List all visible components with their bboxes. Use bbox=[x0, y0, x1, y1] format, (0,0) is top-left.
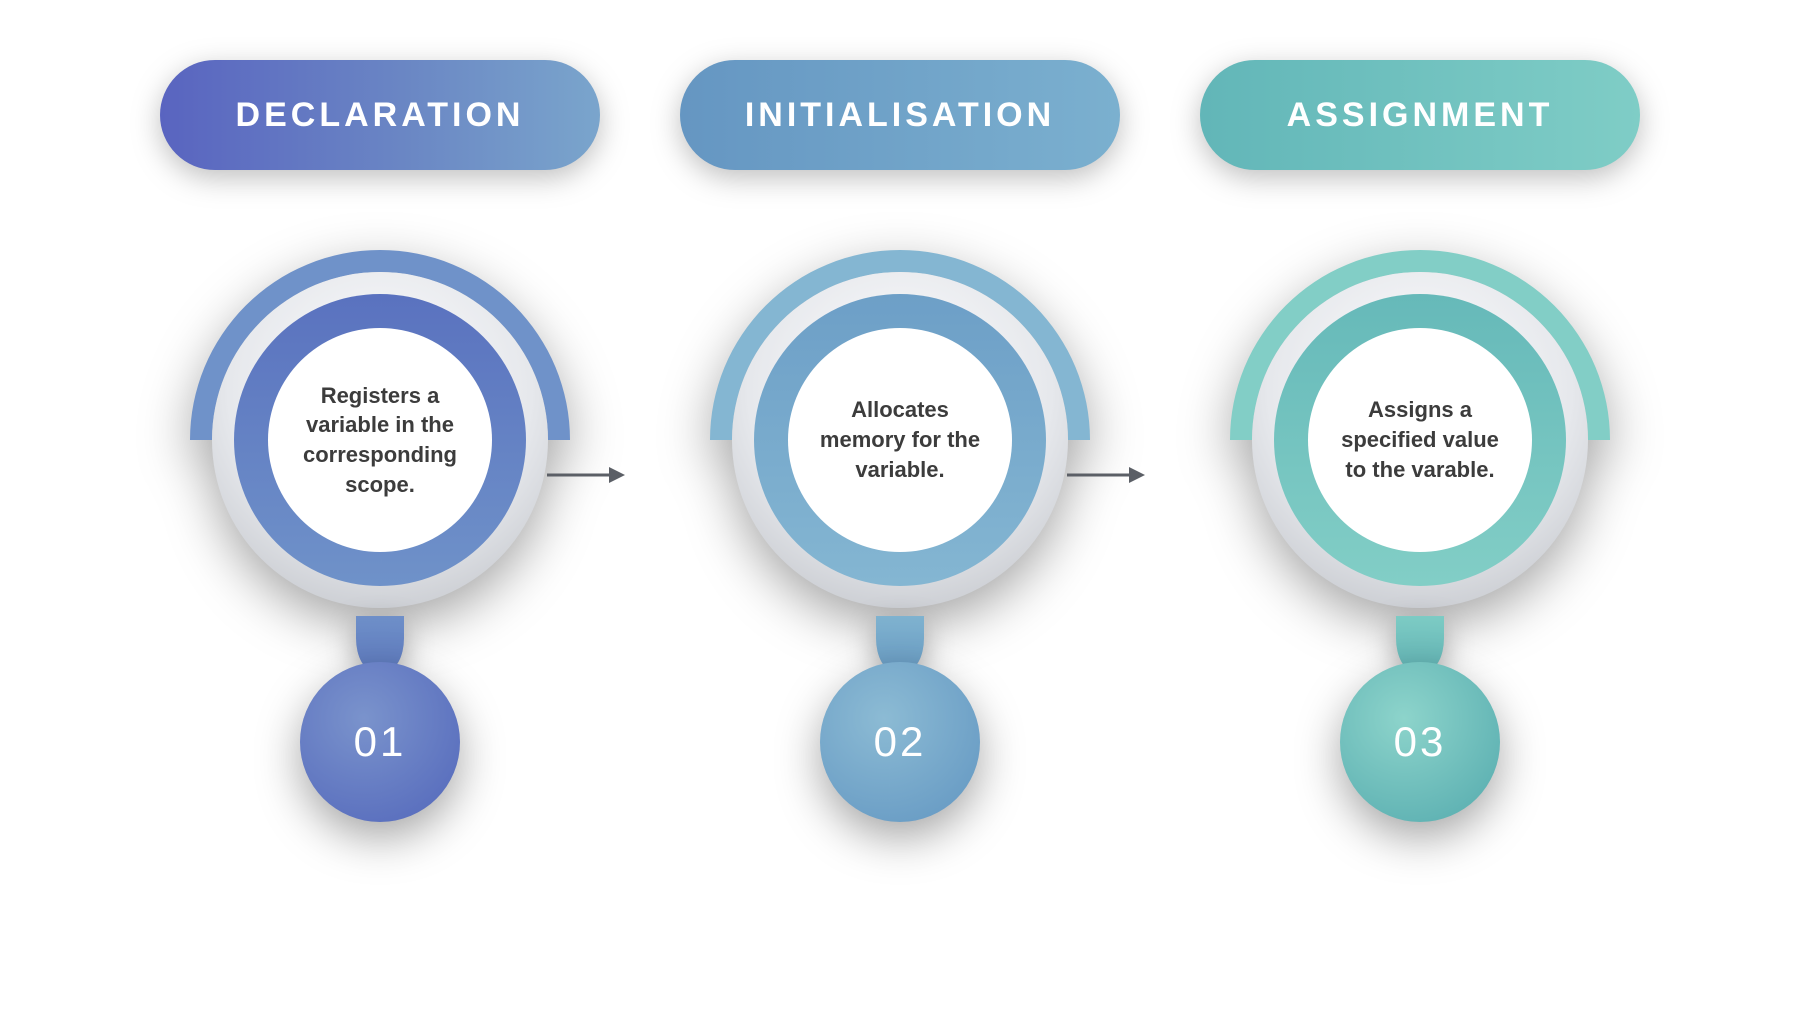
step-circle: Assigns a specified value to the varable… bbox=[1230, 250, 1610, 630]
step-number-circle: 03 bbox=[1340, 662, 1500, 822]
step-declaration: DECLARATION Registers a variable in the … bbox=[160, 60, 600, 822]
step-title: INITIALISATION bbox=[745, 96, 1055, 135]
step-circle: Registers a variable in the correspondin… bbox=[190, 250, 570, 630]
step-description: Assigns a specified value to the varable… bbox=[1330, 395, 1510, 484]
step-number: 01 bbox=[354, 718, 407, 766]
center-circle: Registers a variable in the correspondin… bbox=[268, 328, 492, 552]
step-description: Allocates memory for the variable. bbox=[810, 395, 990, 484]
center-circle: Assigns a specified value to the varable… bbox=[1308, 328, 1532, 552]
step-title: DECLARATION bbox=[236, 96, 525, 135]
arrow-right-icon bbox=[545, 460, 625, 490]
step-description: Registers a variable in the correspondin… bbox=[290, 381, 470, 500]
step-title-pill: ASSIGNMENT bbox=[1200, 60, 1640, 170]
step-number: 03 bbox=[1394, 718, 1447, 766]
step-assignment: ASSIGNMENT Assigns a specified value to … bbox=[1200, 60, 1640, 822]
step-title-pill: DECLARATION bbox=[160, 60, 600, 170]
step-number-circle: 02 bbox=[820, 662, 980, 822]
center-circle: Allocates memory for the variable. bbox=[788, 328, 1012, 552]
step-number: 02 bbox=[874, 718, 927, 766]
step-initialisation: INITIALISATION Allocates memory for the … bbox=[680, 60, 1120, 822]
arrow-right-icon bbox=[1065, 460, 1145, 490]
step-number-circle: 01 bbox=[300, 662, 460, 822]
step-circle: Allocates memory for the variable. bbox=[710, 250, 1090, 630]
diagram-container: DECLARATION Registers a variable in the … bbox=[0, 0, 1800, 1013]
step-title: ASSIGNMENT bbox=[1287, 96, 1554, 135]
step-title-pill: INITIALISATION bbox=[680, 60, 1120, 170]
